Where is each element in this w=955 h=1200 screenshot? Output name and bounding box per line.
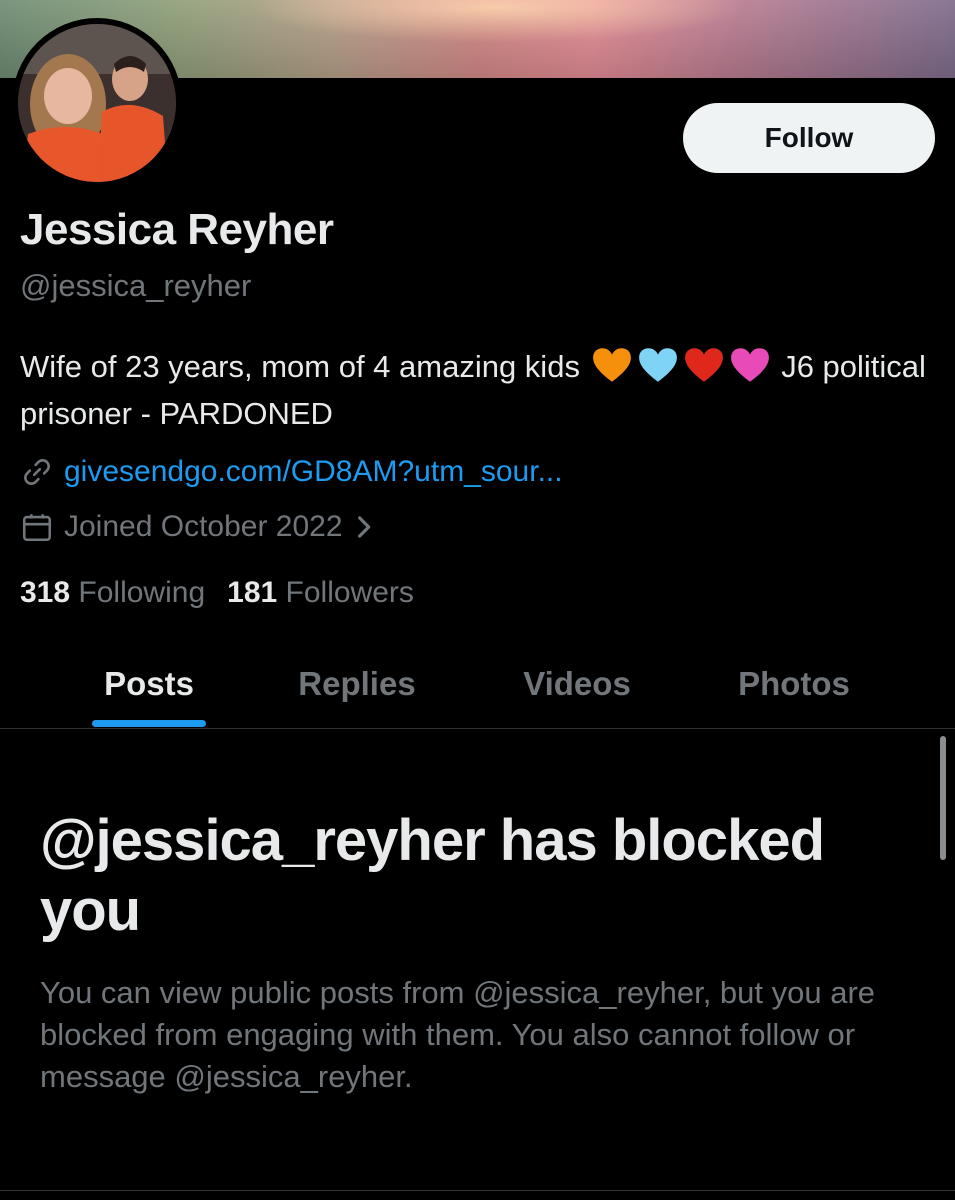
link-icon: [20, 455, 54, 489]
profile-bio: Wife of 23 years, mom of 4 amazing kids …: [20, 343, 935, 437]
follow-button[interactable]: Follow: [683, 103, 935, 173]
tab-videos[interactable]: Videos: [488, 640, 666, 728]
tab-posts[interactable]: Posts: [60, 640, 238, 728]
tab-photos[interactable]: Photos: [705, 640, 883, 728]
following-label: Following: [78, 576, 206, 609]
profile-stats: 318 Following 181 Followers: [20, 576, 414, 610]
avatar[interactable]: [12, 18, 182, 188]
following-link[interactable]: 318 Following: [20, 576, 205, 610]
followers-link[interactable]: 181 Followers: [227, 576, 414, 610]
profile-tabs: Posts Replies Videos Photos: [0, 640, 955, 728]
following-count: 318: [20, 576, 71, 609]
chevron-right-icon: [357, 514, 375, 540]
profile-website-link[interactable]: givesendgo.com/GD8AM?utm_sour...: [64, 455, 563, 489]
scrollbar[interactable]: [940, 736, 946, 860]
blocked-description: You can view public posts from @jessica_…: [40, 975, 876, 1094]
active-tab-indicator: [92, 720, 206, 727]
bottom-divider: [0, 1190, 955, 1191]
profile-display-name: Jessica Reyher: [20, 205, 334, 254]
orange-heart-icon: [591, 346, 633, 384]
blocked-title: @jessica_reyher has blocked you: [40, 808, 825, 943]
joined-date: Joined October 2022: [64, 510, 343, 543]
profile-handle: @jessica_reyher: [20, 268, 252, 303]
light-blue-heart-icon: [637, 346, 679, 384]
followers-label: Followers: [285, 576, 414, 609]
bio-text: Wife of 23 years, mom of 4 amazing kids: [20, 349, 580, 384]
tabs-divider: [0, 728, 955, 729]
profile-link-row: givesendgo.com/GD8AM?utm_sour...: [20, 455, 563, 489]
tab-replies[interactable]: Replies: [268, 640, 446, 728]
pink-heart-icon: [729, 346, 771, 384]
followers-count: 181: [227, 576, 278, 609]
red-heart-icon: [683, 346, 725, 384]
profile-joined-row[interactable]: Joined October 2022: [20, 510, 375, 544]
avatar-image: [18, 24, 176, 182]
calendar-icon: [20, 510, 54, 544]
